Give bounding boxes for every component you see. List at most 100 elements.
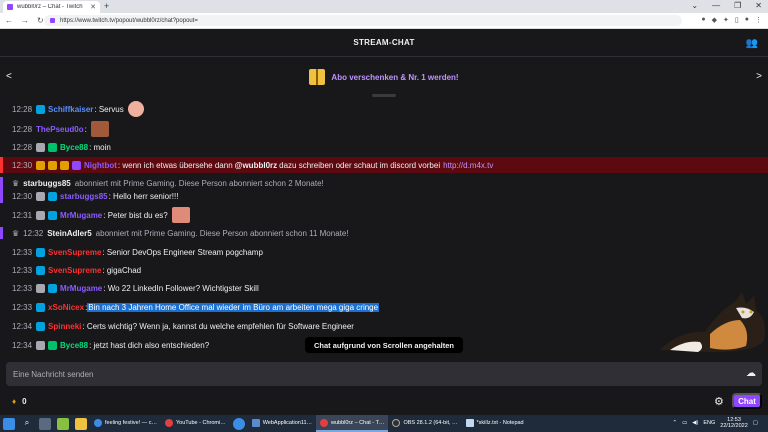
taskbar-app-label: WebApplication11… (262, 419, 313, 426)
chat-message: 12:28 ThePseud0o : (0, 120, 768, 138)
taskbar-app[interactable]: *skillz.txt - Notepad (462, 415, 528, 432)
new-tab-icon[interactable]: + (104, 1, 109, 11)
gift-icon (309, 69, 326, 85)
sub-text: abonniert mit Prime Gaming. Diese Person… (95, 228, 349, 238)
message-text: : Hello herr senior!!! (108, 191, 179, 201)
minimize-icon[interactable]: — (712, 1, 720, 10)
clock[interactable]: 12:53 22/12/2022 (720, 417, 748, 429)
chat-username[interactable]: SvenSupreme (48, 266, 101, 275)
chevron-left-icon[interactable]: < (6, 71, 12, 82)
input-placeholder: Eine Nachricht senden (13, 369, 94, 379)
chat-username[interactable]: Byce88 (60, 341, 88, 350)
maximize-icon[interactable]: ❐ (734, 1, 741, 10)
chat-username[interactable]: MrMugame (60, 284, 102, 293)
chat-paused-notice[interactable]: Chat aufgrund von Scrollen angehalten (305, 337, 463, 353)
close-window-icon[interactable]: ✕ (755, 1, 762, 10)
tab-title: wubbl0rz – Chat - Twitch (17, 4, 83, 10)
back-icon[interactable]: ← (5, 16, 13, 25)
channel-points-icon: ♦ (12, 397, 17, 406)
message-timestamp: 12:33 (12, 283, 33, 293)
sub-text: abonniert mit Prime Gaming. Diese Person… (74, 178, 324, 188)
windows-start-icon[interactable] (3, 417, 15, 430)
taskbar-app[interactable]: YouTube - Chromi… (161, 415, 230, 432)
chat-username[interactable]: Spinneki (48, 322, 81, 331)
chevron-down-icon[interactable]: ⌄ (691, 1, 698, 10)
chat-username[interactable]: Schiffkaiser (48, 105, 93, 114)
message-text: : Senior DevOps Engineer Stream pogchamp (102, 247, 263, 257)
sub-username[interactable]: starbuggs85 (23, 179, 71, 188)
selected-text: Bin nach 3 Jahren Home Office mal wieder… (87, 302, 380, 312)
message-text: : (84, 124, 87, 134)
message-link[interactable]: http://d.m4x.tv (443, 161, 493, 170)
clock-date: 22/12/2022 (720, 423, 748, 429)
message-timestamp: 12:34 (12, 321, 33, 331)
thumbs-up-badge-icon (60, 160, 70, 170)
chat-username[interactable]: SvenSupreme (48, 248, 101, 257)
chat-username[interactable]: MrMugame (60, 211, 102, 220)
chat-username[interactable]: starbuggs85 (60, 192, 108, 201)
message-timestamp: 12:33 (12, 265, 33, 275)
emote-picker-icon[interactable]: ☁ (746, 368, 756, 379)
volume-icon[interactable]: ◀) (692, 420, 698, 426)
chat-message: 12:31 MrMugame : Peter bist du es? (0, 206, 768, 224)
file-explorer-icon[interactable] (75, 417, 87, 430)
extension-icon[interactable]: ● (701, 16, 705, 24)
chat-username[interactable]: Nightbot (84, 161, 117, 170)
chevron-right-icon[interactable]: > (756, 71, 762, 82)
chat-message-input[interactable]: Eine Nachricht senden ☁ (6, 362, 762, 386)
chat-username[interactable]: xSoNicex (48, 303, 84, 312)
gear-icon[interactable]: ⚙ (714, 395, 724, 408)
puzzle-icon[interactable]: ✦ (723, 16, 729, 24)
prime-badge-icon (48, 210, 58, 220)
chevron-up-icon[interactable]: ⌃ (672, 420, 677, 426)
menu-icon[interactable]: ⋮ (755, 16, 762, 24)
channel-points[interactable]: ♦ 0 (12, 397, 27, 406)
site-icon (50, 18, 55, 23)
task-view-icon[interactable] (39, 417, 51, 430)
app-icon[interactable] (232, 417, 245, 430)
url-field[interactable]: https://www.twitch.tv/popout/wubbl0rz/ch… (44, 15, 682, 26)
community-icon[interactable]: 👥 (746, 38, 758, 49)
taskbar-app[interactable]: OBS 28.1.2 (64-bit, … (388, 415, 461, 432)
chat-username[interactable]: ThePseud0o (36, 125, 84, 134)
network-icon[interactable]: ▭ (682, 420, 687, 426)
taskbar-app-label: YouTube - Chromi… (175, 419, 226, 426)
twitch-favicon-icon (7, 4, 13, 10)
chat-send-button[interactable]: Chat (732, 393, 762, 409)
taskbar-app-active[interactable]: wubbl0rz – Chat - T… (316, 415, 389, 432)
prime-badge-icon (36, 247, 46, 257)
taskbar-app[interactable]: WebApplication11… (248, 415, 316, 432)
message-text: : Servus (94, 104, 124, 114)
language-indicator[interactable]: ENG (703, 420, 715, 426)
forward-icon[interactable]: → (21, 16, 29, 25)
sub-badge-icon (48, 340, 58, 350)
verified-badge-icon (36, 340, 46, 350)
sidebar-icon[interactable]: ▯ (735, 16, 739, 24)
taskbar-app[interactable]: feeling festive! — c… (90, 415, 161, 432)
extension-icon[interactable]: ◆ (712, 16, 717, 24)
message-text: : Certs wichtig? Wenn ja, kannst du welc… (82, 321, 354, 331)
chat-message-highlighted: 12:30 Nightbot : wenn ich etwas übersehe… (0, 157, 768, 173)
gift-banner[interactable]: < Abo verschenken & Nr. 1 werden! > (0, 57, 768, 97)
taskbar-app-label: OBS 28.1.2 (64-bit, … (403, 419, 458, 426)
browser-tab[interactable]: wubbl0rz – Chat - Twitch ✕ (3, 1, 100, 13)
verified-badge-icon (36, 210, 46, 220)
subscription-notice: ♛ 12:32 SteinAdler5 abonniert mit Prime … (0, 227, 768, 239)
message-text: : Wo 22 LinkedIn Follower? Wichtigster S… (103, 283, 259, 293)
message-timestamp: 12:28 (12, 142, 33, 152)
chat-username[interactable]: Byce88 (60, 143, 88, 152)
search-icon[interactable]: ⌕ (21, 418, 33, 430)
crown-badge-icon (36, 160, 46, 170)
close-tab-icon[interactable]: ✕ (90, 3, 96, 11)
sub-username[interactable]: SteinAdler5 (47, 229, 91, 238)
app-icon[interactable] (57, 417, 69, 430)
mention[interactable]: @wubbl0rz (235, 161, 277, 170)
window-controls: ⌄ — ❐ ✕ (691, 1, 762, 10)
chat-message: 12:33 SvenSupreme : gigaChad (0, 263, 768, 277)
profile-icon[interactable]: ● (745, 16, 749, 24)
app-icon (94, 418, 102, 427)
message-text: : moin (89, 142, 111, 152)
notifications-icon[interactable]: ▢ (753, 420, 758, 426)
reload-icon[interactable]: ↻ (37, 16, 44, 25)
notepad-icon (465, 418, 474, 427)
